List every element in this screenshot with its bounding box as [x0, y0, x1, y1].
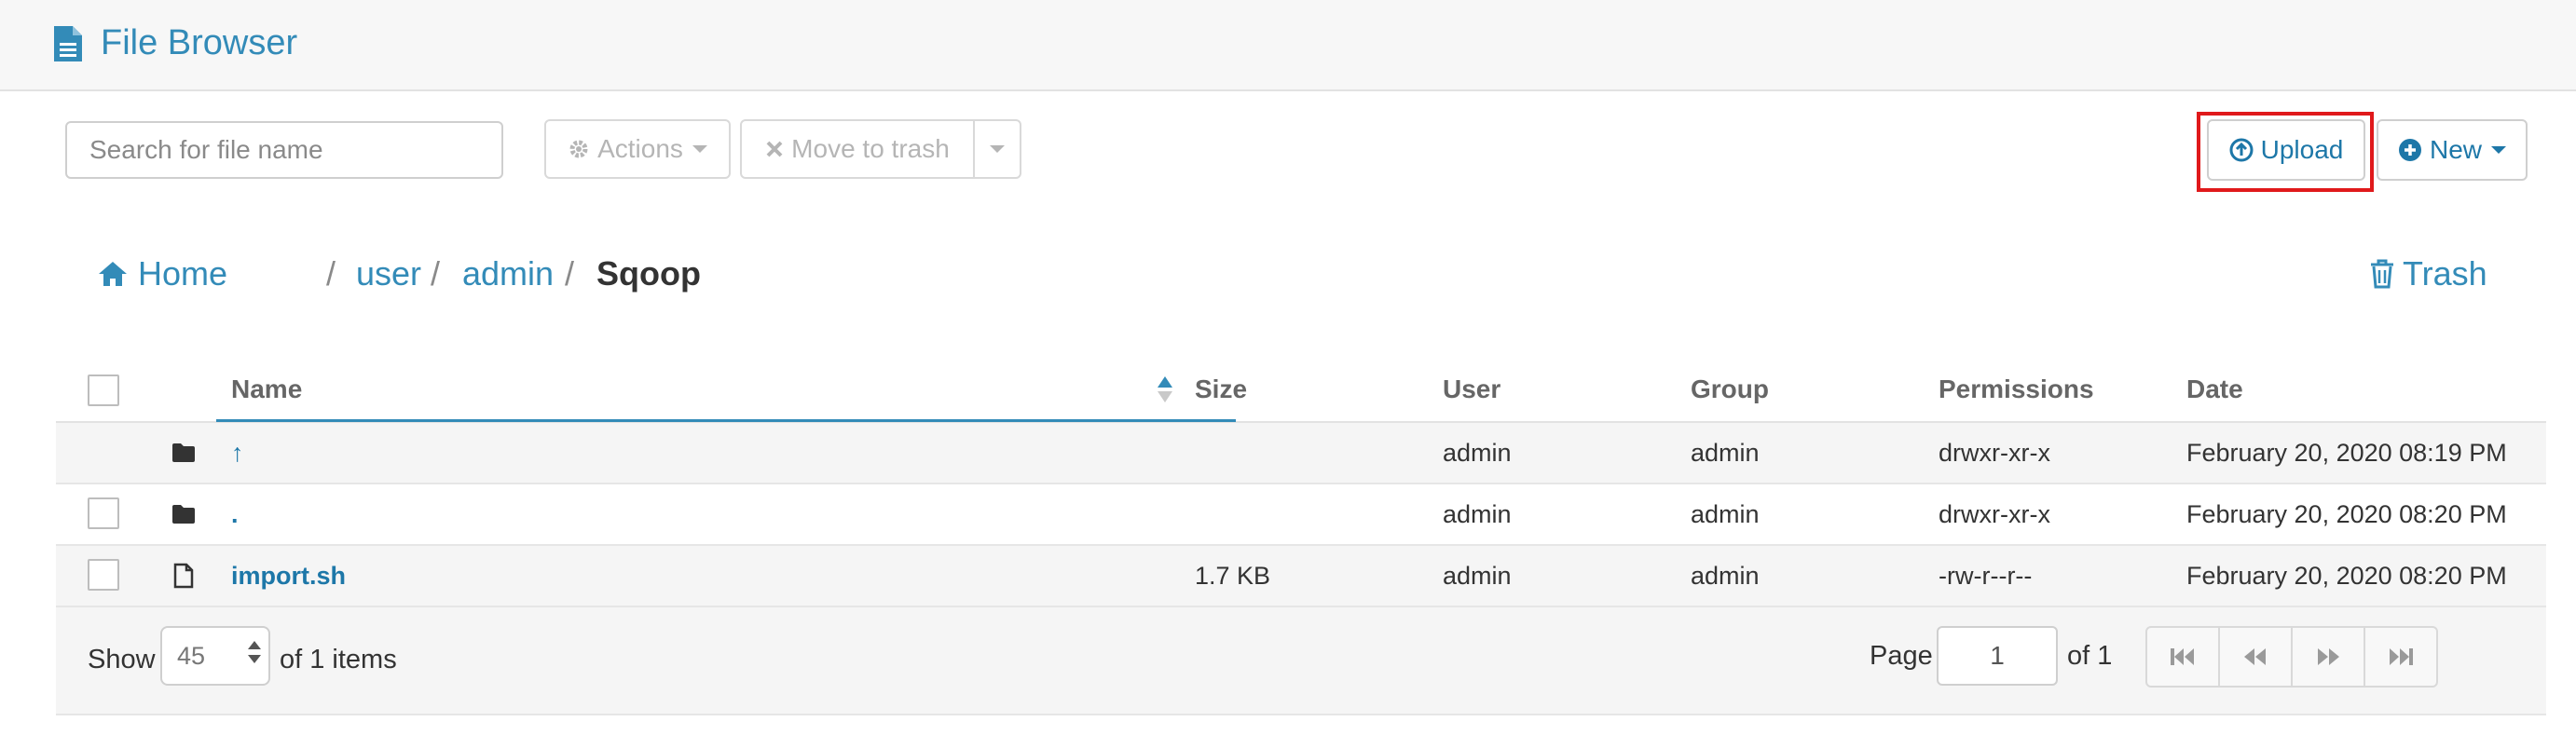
trash-icon — [2371, 259, 2393, 289]
folder-icon — [172, 443, 195, 462]
table-header: Name Size User Group Permissions Date — [56, 358, 2546, 423]
close-icon — [765, 140, 784, 158]
page-size-stepper[interactable]: 45 — [160, 626, 270, 686]
table-footer: Show 45 of 1 items Page of 1 — [56, 607, 2546, 715]
file-group: admin — [1691, 439, 1760, 467]
new-label: New — [2429, 135, 2482, 164]
sort-ascending-icon[interactable] — [1156, 374, 1174, 404]
move-to-trash-label: Move to trash — [791, 134, 950, 163]
app-header: File Browser — [0, 0, 2576, 91]
file-permissions: drwxr-xr-x — [1939, 439, 2050, 467]
folder-icon — [172, 505, 195, 524]
breadcrumb-item-user[interactable]: user — [356, 246, 421, 302]
next-page-button[interactable] — [2293, 628, 2365, 686]
chevron-down-icon — [2491, 146, 2506, 154]
show-label: Show — [88, 645, 156, 674]
move-to-trash-button[interactable]: Move to trash — [740, 119, 975, 179]
file-icon — [173, 563, 194, 589]
new-button[interactable]: New — [2377, 119, 2528, 181]
upload-button[interactable]: Upload — [2207, 119, 2365, 181]
file-size: 1.7 KB — [1195, 562, 1271, 590]
page-label: Page — [1870, 641, 1933, 671]
file-permissions: -rw-r--r-- — [1939, 562, 2033, 590]
page-title: File Browser — [101, 23, 298, 62]
first-page-icon — [2171, 648, 2194, 665]
first-page-button[interactable] — [2147, 628, 2220, 686]
file-date: February 20, 2020 08:20 PM — [2186, 500, 2507, 528]
column-header-user[interactable]: User — [1443, 373, 1500, 406]
upload-label: Upload — [2260, 135, 2344, 164]
trash-link[interactable]: Trash — [2369, 246, 2487, 302]
file-date: February 20, 2020 08:19 PM — [2186, 439, 2507, 467]
page-total: of 1 — [2067, 641, 2113, 671]
file-date: February 20, 2020 08:20 PM — [2186, 562, 2507, 590]
file-user: admin — [1443, 562, 1512, 590]
chevron-down-icon — [692, 145, 707, 153]
file-permissions: drwxr-xr-x — [1939, 500, 2050, 528]
page-number-input[interactable] — [1937, 626, 2058, 686]
items-count: of 1 items — [280, 645, 397, 674]
sorted-column-indicator — [216, 419, 1236, 422]
actions-label: Actions — [597, 134, 683, 163]
home-icon — [99, 262, 127, 286]
pagination-controls — [2145, 626, 2438, 688]
trash-label: Trash — [2403, 254, 2487, 293]
file-name-link[interactable]: . — [231, 484, 239, 544]
breadcrumb-item-admin[interactable]: admin — [462, 246, 554, 302]
gear-icon — [568, 138, 590, 160]
upload-circle-icon — [2229, 138, 2254, 162]
rewind-icon — [2244, 648, 2266, 665]
table-row[interactable]: import.sh 1.7 KB admin admin -rw-r--r-- … — [56, 546, 2546, 607]
stepper-arrows-icon[interactable] — [248, 641, 261, 663]
column-header-name[interactable]: Name — [231, 373, 302, 406]
previous-page-button[interactable] — [2220, 628, 2293, 686]
breadcrumb-current: Sqoop — [596, 254, 701, 293]
table-row[interactable]: ↑ admin admin drwxr-xr-x February 20, 20… — [56, 423, 2546, 484]
file-group: admin — [1691, 562, 1760, 590]
chevron-down-icon — [990, 145, 1005, 153]
file-group: admin — [1691, 500, 1760, 528]
breadcrumb-home-label: Home — [138, 254, 228, 293]
last-page-button[interactable] — [2365, 628, 2436, 686]
row-checkbox[interactable] — [88, 497, 119, 529]
column-header-size[interactable]: Size — [1195, 373, 1247, 406]
fast-forward-icon — [2318, 648, 2339, 665]
select-all-checkbox[interactable] — [88, 374, 119, 406]
file-text-icon — [54, 26, 82, 61]
file-user: admin — [1443, 439, 1512, 467]
last-page-icon — [2390, 648, 2413, 665]
file-user: admin — [1443, 500, 1512, 528]
column-header-permissions[interactable]: Permissions — [1939, 373, 2094, 406]
page-size-value: 45 — [177, 642, 206, 670]
file-name-link[interactable]: import.sh — [231, 546, 346, 606]
breadcrumb-separator: / — [565, 254, 575, 293]
row-checkbox[interactable] — [88, 559, 119, 591]
breadcrumb-home[interactable]: Home — [97, 246, 227, 302]
trash-options-dropdown[interactable] — [973, 119, 1021, 179]
column-header-date[interactable]: Date — [2186, 373, 2243, 406]
breadcrumb-separator: / — [431, 254, 441, 293]
plus-circle-icon — [2398, 138, 2422, 162]
file-name-link[interactable]: ↑ — [231, 423, 244, 483]
file-table: Name Size User Group Permissions Date ↑ … — [56, 358, 2546, 715]
actions-button[interactable]: Actions — [544, 119, 731, 179]
breadcrumb-separator: / — [326, 254, 336, 293]
search-input[interactable] — [65, 121, 503, 179]
column-header-group[interactable]: Group — [1691, 373, 1769, 406]
table-row[interactable]: . admin admin drwxr-xr-x February 20, 20… — [56, 484, 2546, 546]
